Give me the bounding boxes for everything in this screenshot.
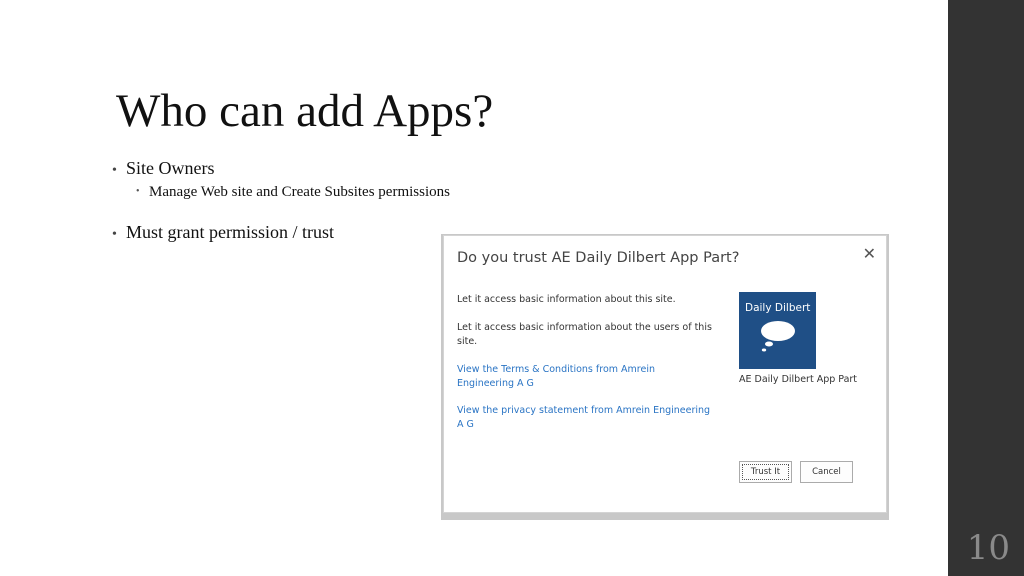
slide: Who can add Apps? • Site Owners • Manage W… (0, 0, 1024, 576)
speech-bubble-icon (761, 321, 795, 352)
bullet-text: Must grant permission / trust (126, 222, 334, 242)
slide-number: 10 (966, 528, 1010, 568)
privacy-link[interactable]: View the privacy statement from Amrein E… (457, 404, 713, 432)
sidebar-bar: 10 (948, 0, 1024, 576)
bullet-text: Site Owners (126, 158, 215, 178)
terms-link[interactable]: View the Terms & Conditions from Amrein … (457, 363, 713, 391)
sub-bullet-dot: • (136, 186, 140, 197)
app-tile-label: Daily Dilbert (745, 302, 811, 314)
sub-bullet-item: • Manage Web site and Create Subsites per… (136, 184, 450, 201)
dialog-title: Do you trust AE Daily Dilbert App Part? (457, 250, 740, 266)
bullet-item: • Site Owners (112, 158, 215, 179)
app-name: AE Daily Dilbert App Part (739, 374, 858, 385)
slide-title: Who can add Apps? (116, 85, 494, 137)
close-icon[interactable]: ✕ (863, 244, 876, 263)
trust-dialog: Do you trust AE Daily Dilbert App Part? … (443, 235, 887, 513)
app-tile: Daily Dilbert (739, 292, 816, 369)
bullet-dot: • (112, 163, 117, 178)
bullet-dot: • (112, 227, 117, 242)
trust-it-button[interactable]: Trust It (739, 461, 792, 483)
cancel-button[interactable]: Cancel (800, 461, 853, 483)
bullet-item: • Must grant permission / trust (112, 222, 334, 243)
permission-text-site: Let it access basic information about th… (457, 294, 676, 305)
sub-bullet-text: Manage Web site and Create Subsites perm… (149, 184, 450, 200)
permission-text-users: Let it access basic information about th… (457, 322, 712, 347)
